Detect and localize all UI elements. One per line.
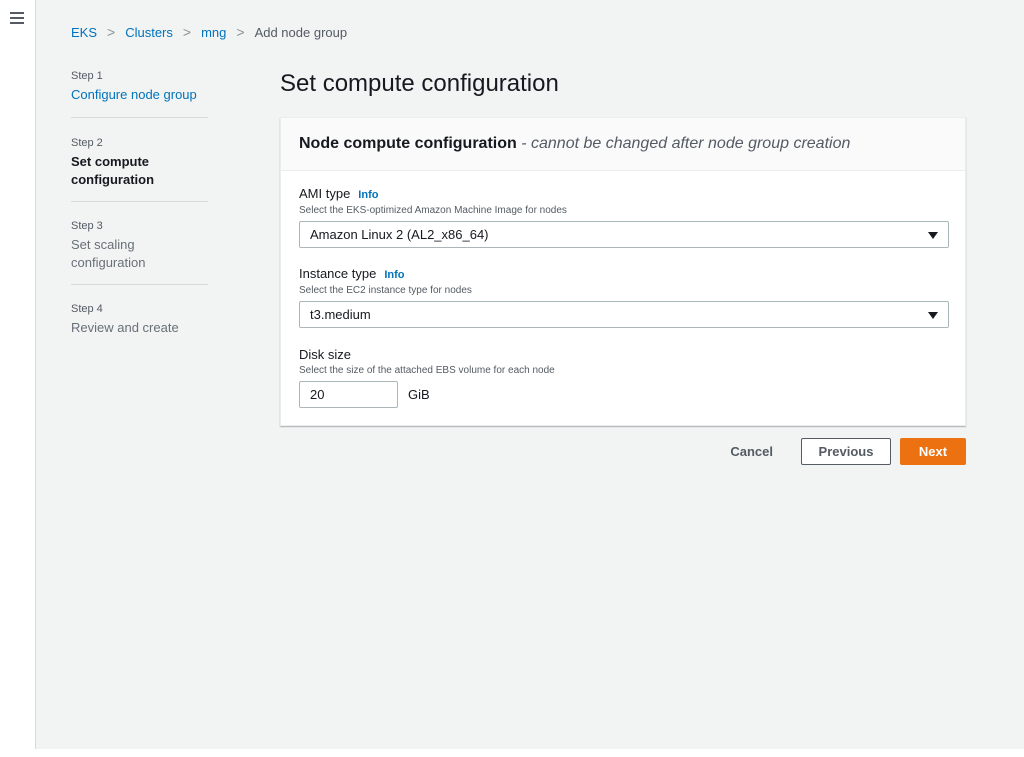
- page-title: Set compute configuration: [280, 70, 559, 97]
- panel-title: Node compute configuration: [299, 135, 517, 152]
- ami-type-select[interactable]: Amazon Linux 2 (AL2_x86_64): [299, 221, 949, 248]
- instance-type-field: Instance type Info Select the EC2 instan…: [299, 266, 949, 328]
- disk-size-field: Disk size Select the size of the attache…: [299, 347, 555, 408]
- step-3-label: Set scaling configuration: [71, 237, 146, 270]
- step-number: Step 4: [71, 303, 103, 315]
- step-number: Step 3: [71, 220, 103, 232]
- breadcrumb-current: Add node group: [254, 24, 348, 40]
- menu-icon[interactable]: [10, 12, 24, 24]
- step-1-link[interactable]: Configure node group: [71, 86, 208, 104]
- wizard-step-1: Step 1 Configure node group: [71, 69, 208, 117]
- panel-subtitle: - cannot be changed after node group cre…: [521, 135, 851, 152]
- node-compute-panel: Node compute configuration - cannot be c…: [280, 117, 966, 426]
- cancel-button[interactable]: Cancel: [730, 444, 773, 459]
- wizard-actions: Cancel Previous Next: [730, 438, 966, 465]
- next-button[interactable]: Next: [900, 438, 966, 465]
- ami-type-value: Amazon Linux 2 (AL2_x86_64): [310, 227, 489, 242]
- ami-type-description: Select the EKS-optimized Amazon Machine …: [299, 205, 567, 216]
- instance-type-label: Instance type: [299, 266, 377, 281]
- chevron-right-icon: >: [236, 24, 245, 40]
- chevron-right-icon: >: [107, 24, 116, 40]
- breadcrumb-clusters[interactable]: Clusters: [125, 25, 173, 40]
- caret-down-icon: [928, 312, 938, 319]
- previous-button[interactable]: Previous: [801, 438, 891, 465]
- disk-size-label: Disk size: [299, 347, 352, 362]
- wizard-steps: Step 1 Configure node group Step 2 Set c…: [71, 69, 208, 337]
- ami-type-info-link[interactable]: Info: [358, 187, 378, 203]
- step-4-label: Review and create: [71, 320, 179, 335]
- disk-size-input[interactable]: [299, 381, 398, 408]
- disk-size-description: Select the size of the attached EBS volu…: [299, 365, 555, 376]
- bottom-strip: [0, 749, 1024, 757]
- breadcrumb: EKS > Clusters > mng > Add node group: [71, 23, 347, 41]
- step-2-label: Set compute configuration: [71, 154, 155, 187]
- chevron-right-icon: >: [182, 24, 192, 40]
- wizard-step-2: Step 2 Set compute configuration: [71, 118, 208, 201]
- step-number: Step 2: [71, 137, 103, 149]
- instance-type-select[interactable]: t3.medium: [299, 301, 949, 328]
- instance-type-info-link[interactable]: Info: [384, 267, 404, 283]
- caret-down-icon: [928, 232, 938, 239]
- ami-type-field: AMI type Info Select the EKS-optimized A…: [299, 186, 949, 248]
- breadcrumb-eks[interactable]: EKS: [71, 25, 97, 40]
- step-number: Step 1: [71, 70, 103, 82]
- instance-type-value: t3.medium: [310, 307, 371, 322]
- breadcrumb-cluster-mng[interactable]: mng: [201, 25, 226, 40]
- disk-size-unit: GiB: [408, 387, 430, 402]
- side-nav-rail: [0, 0, 36, 749]
- panel-header: Node compute configuration - cannot be c…: [281, 118, 965, 171]
- instance-type-description: Select the EC2 instance type for nodes: [299, 285, 472, 296]
- wizard-step-4: Step 4 Review and create: [71, 285, 208, 337]
- wizard-step-3: Step 3 Set scaling configuration: [71, 202, 208, 284]
- ami-type-label: AMI type: [299, 186, 351, 201]
